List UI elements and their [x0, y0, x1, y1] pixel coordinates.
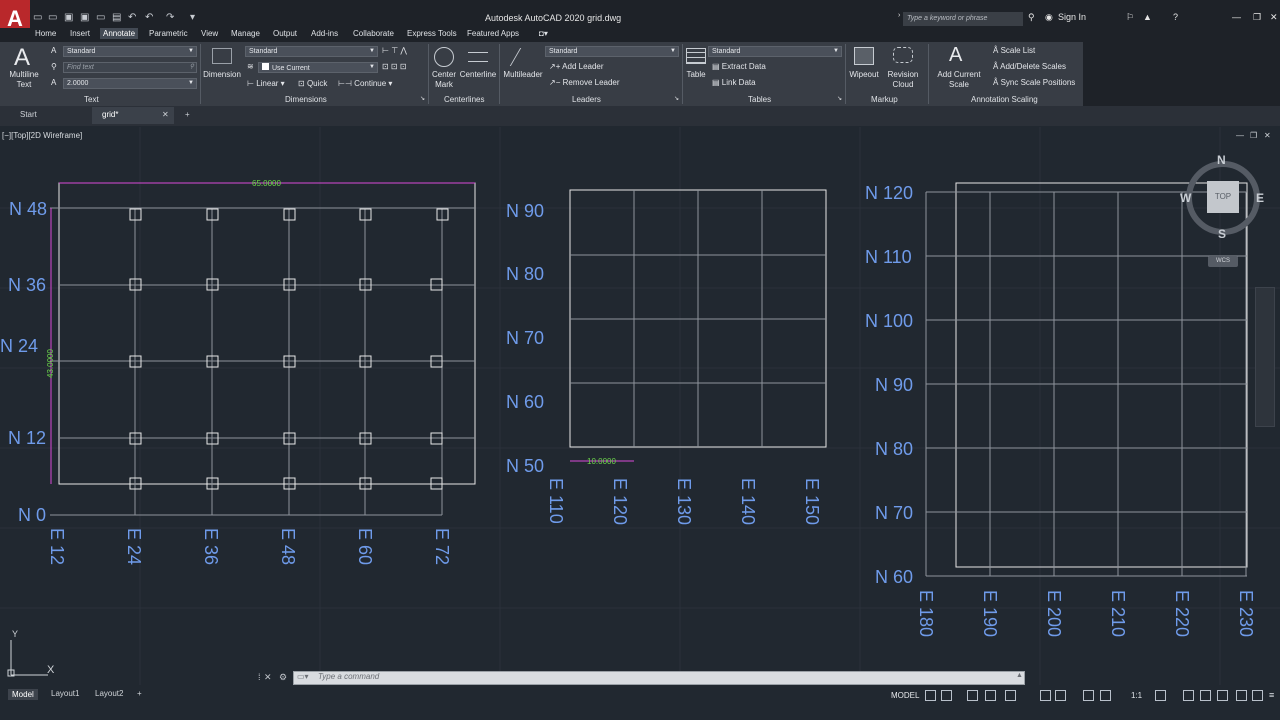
annotation-autoscale-icon[interactable]	[1100, 690, 1111, 701]
east-label: E 12	[47, 528, 67, 565]
compass-south[interactable]: S	[1218, 227, 1226, 241]
compass-west[interactable]: W	[1180, 191, 1191, 205]
ortho-icon[interactable]	[967, 690, 978, 701]
ucs-x-label: X	[47, 664, 55, 676]
north-label: N 100	[865, 311, 913, 331]
east-label: E 120	[610, 478, 630, 525]
annotation-monitor-icon[interactable]	[1183, 690, 1194, 701]
background-grid	[0, 127, 1280, 685]
east-label: E 110	[546, 478, 566, 524]
north-label: N 120	[865, 183, 913, 203]
ucs-y-label: Y	[12, 629, 18, 639]
command-close-icon[interactable]: ✕	[264, 672, 272, 683]
workspace-gear-icon[interactable]	[1155, 690, 1166, 701]
north-label: N 60	[506, 392, 544, 412]
compass-east[interactable]: E	[1256, 191, 1264, 205]
north-label: N 70	[875, 503, 913, 523]
viewcube-top-face[interactable]: TOP	[1207, 181, 1239, 213]
north-label: N 60	[875, 567, 913, 587]
north-label: N 90	[506, 201, 544, 221]
command-customize-icon[interactable]: ⚙	[279, 672, 287, 683]
clean-screen-icon[interactable]	[1252, 690, 1263, 701]
dim-text[interactable]: 10.0000	[587, 457, 616, 466]
compass-north[interactable]: N	[1217, 153, 1226, 167]
command-handle-icon[interactable]: ⁞	[258, 672, 261, 682]
north-label: N 0	[18, 505, 46, 525]
north-label: N 24	[0, 336, 38, 356]
north-label: N 90	[875, 375, 913, 395]
grid3-outline[interactable]	[955, 182, 1248, 568]
ucs-icon	[7, 640, 48, 677]
grid-drawing-2[interactable]: 10.0000 N 90 N 80 N 70 N 60 N 50 E 110 E…	[506, 189, 827, 525]
east-label: E 72	[432, 528, 452, 565]
units-icon[interactable]	[1200, 690, 1211, 701]
tab-model[interactable]: Model	[8, 689, 38, 700]
viewcube-top-label: TOP	[1214, 192, 1232, 201]
command-prompt-icon: ▭▾	[297, 672, 309, 681]
command-line[interactable]	[293, 671, 1025, 685]
east-label: E 150	[802, 478, 822, 525]
osnap-icon[interactable]	[1040, 690, 1051, 701]
tab-layout2[interactable]: Layout2	[95, 689, 123, 698]
customize-menu-icon[interactable]: ≡	[1269, 690, 1274, 700]
east-label: E 220	[1172, 590, 1192, 637]
model-space-button[interactable]: MODEL	[891, 691, 919, 700]
north-label: N 110	[865, 247, 912, 267]
viewcube[interactable]: TOP N S E W	[1180, 153, 1264, 241]
grid-drawing-3[interactable]: N 120 N 110 N 100 N 90 N 80 N 70 N 60 E …	[865, 182, 1256, 637]
east-label: E 190	[980, 590, 1000, 637]
add-layout-icon[interactable]: +	[137, 689, 142, 698]
east-label: E 210	[1108, 590, 1128, 637]
drawing-canvas[interactable]: 65.0000 43.0000 N 48 N 36 N 24 N 12 N 0 …	[0, 0, 1280, 720]
dim-text-vertical[interactable]: 43.0000	[46, 349, 55, 378]
dim-text-horizontal[interactable]: 65.0000	[252, 179, 281, 188]
tab-layout1[interactable]: Layout1	[51, 689, 79, 698]
grid-toggle-icon[interactable]	[925, 690, 936, 701]
east-label: E 200	[1044, 590, 1064, 637]
east-label: E 130	[674, 478, 694, 525]
north-label: N 80	[506, 264, 544, 284]
north-label: N 12	[8, 428, 46, 448]
snap-icon[interactable]	[941, 690, 952, 701]
hardware-acceleration-icon[interactable]	[1236, 690, 1247, 701]
grid1-outline[interactable]	[58, 182, 476, 485]
grid1-lines	[50, 207, 475, 516]
navigation-bar[interactable]	[1255, 287, 1275, 427]
command-history-icon[interactable]: ▲	[1016, 672, 1023, 679]
grid-drawing-1[interactable]: 65.0000 43.0000 N 48 N 36 N 24 N 12 N 0 …	[0, 179, 476, 565]
east-label: E 180	[916, 590, 936, 637]
north-label: N 80	[875, 439, 913, 459]
east-label: E 48	[278, 528, 298, 565]
isodraft-icon[interactable]	[1005, 690, 1016, 701]
east-label: E 36	[201, 528, 221, 565]
east-label: E 140	[738, 478, 758, 525]
isolate-objects-icon[interactable]	[1217, 690, 1228, 701]
polar-icon[interactable]	[985, 690, 996, 701]
north-label: N 48	[9, 199, 47, 219]
grid2-lines	[570, 190, 826, 447]
annotation-scale[interactable]: 1:1	[1131, 691, 1142, 700]
east-label: E 60	[355, 528, 375, 565]
north-label: N 50	[506, 456, 544, 476]
annotation-visibility-icon[interactable]	[1083, 690, 1094, 701]
north-label: N 70	[506, 328, 544, 348]
grid3-lines	[925, 191, 1247, 577]
east-label: E 24	[124, 528, 144, 565]
command-input[interactable]: Type a command	[318, 672, 379, 681]
lineweight-icon[interactable]	[1055, 690, 1066, 701]
wcs-menu[interactable]: WCS	[1208, 256, 1238, 267]
east-label: E 230	[1236, 590, 1256, 637]
north-label: N 36	[8, 275, 46, 295]
